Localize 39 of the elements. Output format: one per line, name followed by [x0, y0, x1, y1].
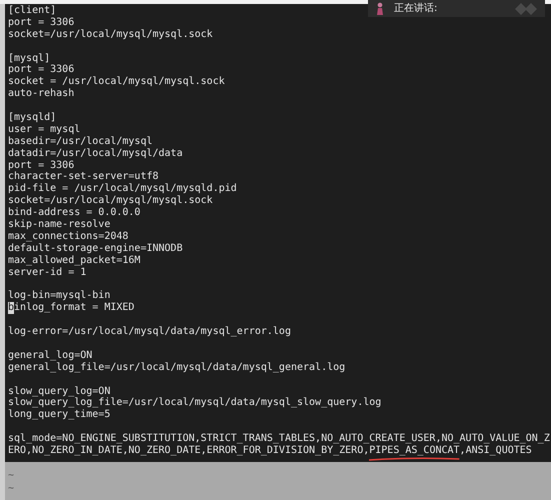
config-line: inlog_format = MIXED	[14, 302, 134, 314]
config-line: log-bin=mysql-bin	[8, 290, 110, 302]
config-line: sql_mode=NO_ENGINE_SUBSTITUTION,STRICT_TRANS_TABLES,NO_AUTO_CREATE_USER,NO_AUTO_VALUE_ON_Z	[8, 433, 550, 444]
config-line: general_log=ON	[8, 350, 92, 361]
config-line: max_allowed_packet=16M	[8, 254, 140, 266]
config-line: basedir=/usr/local/mysql	[8, 136, 152, 147]
config-line: slow_query_log_file=/usr/local/mysql/data/mysql_slow_query.log	[8, 397, 382, 408]
config-line: default-storage-engine=INNODB	[8, 242, 183, 254]
config-line: [mysql]	[8, 52, 50, 64]
config-line: auto-rehash	[8, 88, 74, 100]
config-line: slow_query_log=ON	[8, 386, 110, 396]
config-line: socket=/usr/local/mysql/mysql.sock	[8, 195, 213, 206]
empty-line-marker: ~	[8, 470, 14, 481]
empty-line-marker: ~	[8, 483, 14, 494]
config-line: port = 3306	[8, 64, 74, 76]
underlined-text: PIPES_AS_CONCAT	[369, 444, 460, 457]
config-line: socket = /usr/local/mysql/mysql.sock	[8, 76, 225, 88]
config-line: socket=/usr/local/mysql/mysql.sock	[8, 28, 213, 40]
config-line: bind-address = 0.0.0.0	[8, 207, 140, 218]
config-line: user = mysql	[8, 124, 80, 135]
config-line: long_query_time=5	[8, 409, 110, 420]
config-line: port = 3306	[8, 160, 74, 171]
config-line: character-set-server=utf8	[8, 171, 159, 182]
config-line: max_connections=2048	[8, 230, 128, 242]
config-line: [client]	[8, 5, 56, 16]
person-icon	[376, 2, 384, 15]
config-line: pid-file = /usr/local/mysql/mysqld.pid	[8, 183, 237, 194]
config-line: skip-name-resolve	[8, 219, 110, 230]
config-line: [mysqld]	[8, 112, 56, 124]
config-line: log-error=/usr/local/mysql/data/mysql_error.log	[8, 326, 291, 338]
config-line: port = 3306	[8, 16, 74, 28]
config-line: general_log_file=/usr/local/mysql/data/mysql_general.log	[8, 362, 346, 373]
speaking-label: 正在讲话:	[394, 2, 438, 14]
config-line: server-id = 1	[8, 266, 86, 278]
config-line: datadir=/usr/local/mysql/data	[8, 148, 183, 159]
text-cursor: b	[8, 302, 14, 314]
config-line: ERO,NO_ZERO_IN_DATE,NO_ZERO_DATE,ERROR_FOR_DIVISION_BY_ZERO,	[8, 444, 370, 457]
diamond-icon	[515, 2, 537, 14]
config-line: ,ANSI_QUOTES	[460, 444, 532, 457]
